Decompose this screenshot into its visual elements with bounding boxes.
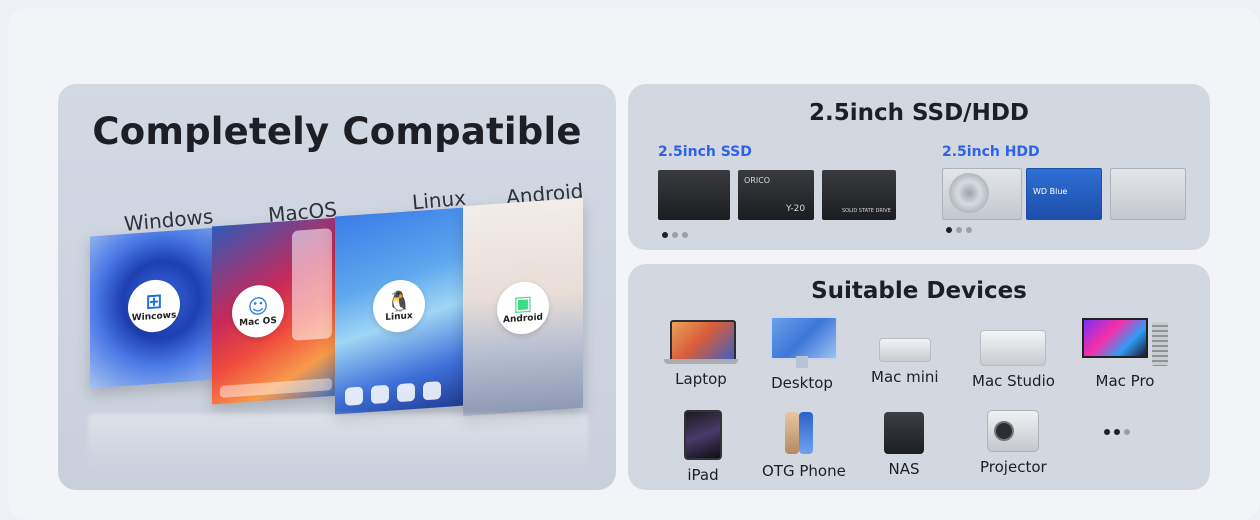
device-nas: NAS: [884, 412, 924, 478]
device-label: iPad: [687, 466, 719, 484]
macos-dock: [220, 378, 332, 398]
device-label: NAS: [888, 460, 920, 478]
hdd-platter: [949, 173, 989, 213]
hdd-brand-text: WD Blue: [1033, 187, 1068, 196]
linux-screen: 🐧 Linux: [335, 207, 465, 415]
projector-icon: [987, 410, 1040, 452]
device-otg-phone: OTG Phone: [762, 412, 846, 480]
device-projector: Projector: [980, 410, 1047, 476]
ssd-drive-2: ORICO Y-20: [738, 170, 814, 220]
compatibility-title: Completely Compatible: [92, 110, 582, 153]
hdd-drive-2: WD Blue: [1026, 168, 1102, 220]
device-label: Mac Pro: [1095, 372, 1155, 390]
device-label: Desktop: [771, 374, 833, 392]
app-icon: [397, 382, 415, 403]
screen-reflection: [88, 414, 588, 474]
windows-screen: ⊞ Wincows: [90, 227, 218, 389]
mac-pro-icon: [1082, 318, 1168, 366]
linux-app-icons: [345, 381, 441, 406]
windows-logo-text: Wincows: [131, 310, 177, 324]
nas-icon: [884, 412, 924, 454]
app-icon: [371, 384, 389, 405]
device-label: Projector: [980, 458, 1047, 476]
hdd-drive-3: [1110, 168, 1186, 220]
storage-panel: 2.5inch SSD/HDD 2.5inch SSD 2.5inch HDD …: [628, 84, 1210, 250]
devices-panel: Suitable Devices Laptop Desktop Mac mini…: [628, 264, 1210, 490]
device-label: OTG Phone: [762, 462, 846, 480]
desktop-icon: [770, 316, 838, 368]
device-label: Mac mini: [871, 368, 939, 386]
storage-title: 2.5inch SSD/HDD: [808, 100, 1030, 126]
hdd-carousel-dots[interactable]: [946, 227, 972, 233]
app-icon: [423, 381, 441, 401]
ssd-label-text: SOLID STATE DRIVE: [842, 208, 891, 214]
device-desktop: Desktop: [770, 316, 838, 392]
finder-icon: ☺ Mac OS: [232, 283, 284, 340]
device-mac-studio: Mac Studio: [972, 322, 1055, 390]
macos-logo-text: Mac OS: [239, 315, 277, 329]
device-label: Laptop: [675, 370, 727, 388]
more-devices-dots[interactable]: [1104, 429, 1130, 435]
ipad-icon: [684, 410, 722, 460]
ssd-drive-3: SOLID STATE DRIVE: [822, 170, 896, 220]
device-mac-mini: Mac mini: [871, 322, 939, 386]
ssd-label: 2.5inch SSD: [658, 144, 752, 160]
mac-mini-icon: [878, 338, 931, 362]
device-label: Mac Studio: [972, 372, 1055, 390]
android-robot-icon: ▣ Android: [497, 280, 549, 336]
device-mac-pro: Mac Pro: [1082, 318, 1168, 390]
linux-logo-text: Linux: [385, 311, 413, 324]
macos-widget-panel: [292, 228, 332, 341]
compatibility-panel: Completely Compatible Windows MacOS Linu…: [58, 84, 616, 490]
ssd-model-text: Y-20: [786, 204, 806, 214]
ssd-carousel-dots[interactable]: [662, 232, 688, 238]
macos-screen: ☺ Mac OS: [212, 217, 340, 405]
android-logo-text: Android: [503, 312, 543, 326]
tux-penguin-icon: 🐧 Linux: [373, 278, 425, 334]
android-screen: ▣ Android: [463, 197, 583, 417]
phone-icon: [781, 412, 827, 456]
devices-title: Suitable Devices: [811, 278, 1027, 304]
hdd-drive-1: [942, 168, 1022, 220]
laptop-icon: [664, 320, 738, 364]
device-laptop: Laptop: [664, 320, 738, 388]
mac-studio-icon: [980, 330, 1047, 366]
device-ipad: iPad: [684, 410, 722, 484]
ssd-drive-1: [658, 170, 730, 220]
hdd-label: 2.5inch HDD: [942, 144, 1040, 160]
ssd-brand-text: ORICO: [744, 176, 771, 185]
app-icon: [345, 386, 363, 406]
windows-icon: ⊞ Wincows: [128, 278, 180, 334]
